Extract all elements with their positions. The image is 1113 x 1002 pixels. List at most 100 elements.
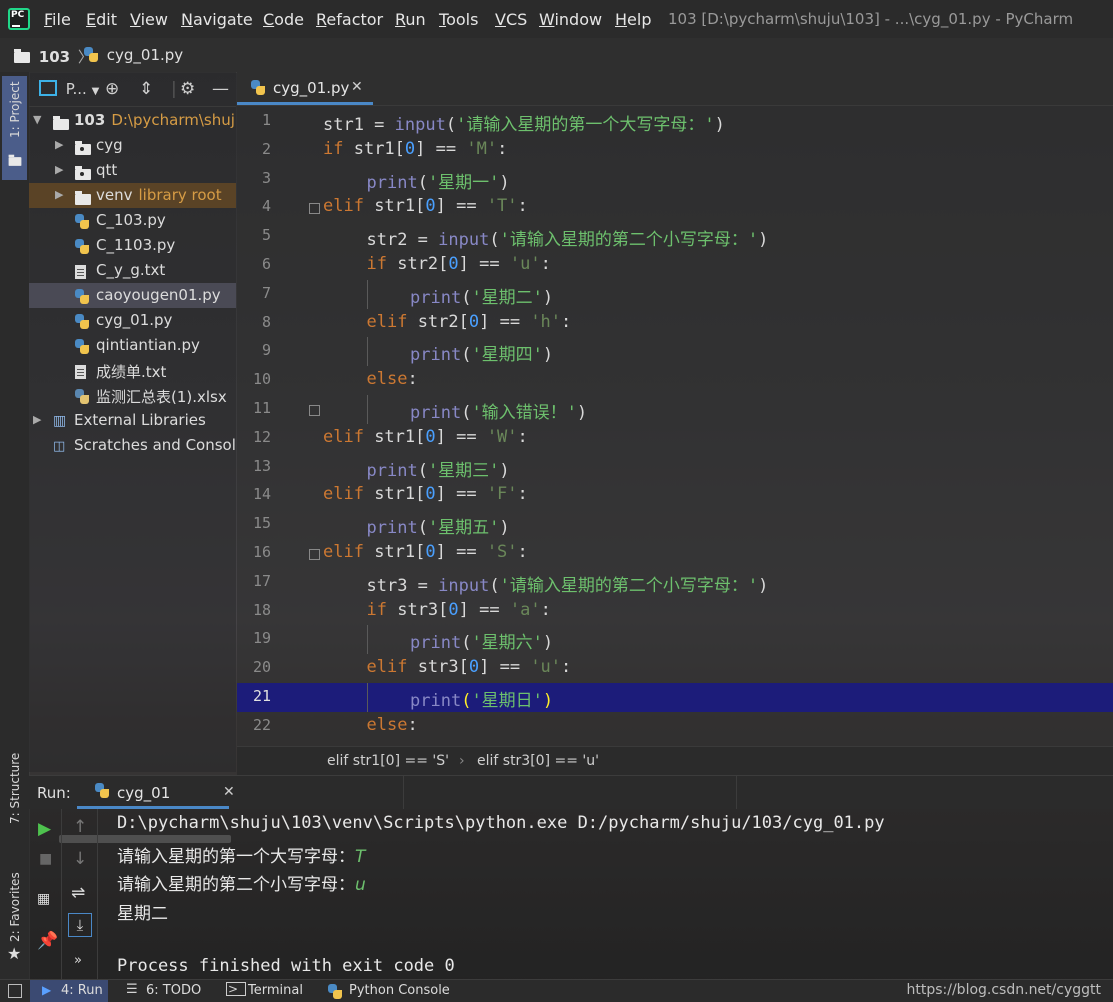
menu-edit[interactable]: Edit [86, 10, 117, 29]
nav-crumb-file[interactable]: cyg_01.py [84, 46, 183, 64]
line-number[interactable]: 21 [237, 687, 271, 705]
terminal-tool-button[interactable]: >_ Terminal [226, 980, 316, 1002]
code-line[interactable]: 11 print('输入错误！') [237, 395, 1113, 424]
line-number[interactable]: 22 [237, 716, 271, 734]
line-number[interactable]: 19 [237, 629, 271, 647]
chevron-down-icon[interactable]: ▼ [33, 113, 41, 126]
code-line[interactable]: 17 str3 = input('请输入星期的第二个小写字母：') [237, 568, 1113, 597]
code-line[interactable]: 1 str1 = input('请输入星期的第一个大写字母：') [237, 107, 1113, 136]
tree-item[interactable]: 监测汇总表(1).xlsx [29, 383, 236, 408]
line-number[interactable]: 17 [237, 572, 271, 590]
hide-panel-icon[interactable]: — [212, 79, 229, 99]
line-number[interactable]: 3 [237, 169, 271, 187]
menu-navigate[interactable]: Navigate [181, 10, 253, 29]
tree-item[interactable]: ▶ cyg [29, 133, 236, 158]
code-line[interactable]: 15 print('星期五') [237, 510, 1113, 539]
code-line[interactable]: 3 print('星期一') [237, 165, 1113, 194]
tree-item[interactable]: C_y_g.txt [29, 258, 236, 283]
tree-item[interactable]: C_1103.py [29, 233, 236, 258]
line-number[interactable]: 10 [237, 370, 271, 388]
rerun-icon[interactable]: ▶ [38, 819, 51, 839]
tree-item[interactable]: ▼ 103 D:\pycharm\shuju [29, 108, 236, 133]
code-line[interactable]: 9 print('星期四') [237, 337, 1113, 367]
code-line[interactable]: 20 elif str3[0] == 'u': [237, 654, 1113, 683]
run-tab-cyg-01[interactable]: cyg_01 ✕ [77, 776, 235, 809]
line-number[interactable]: 20 [237, 658, 271, 676]
pin-icon[interactable]: 📌 [37, 931, 58, 951]
tree-item[interactable]: cyg_01.py [29, 308, 236, 333]
menu-tools[interactable]: Tools [439, 10, 478, 29]
line-number[interactable]: 18 [237, 601, 271, 619]
code-line[interactable]: 5 str2 = input('请输入星期的第二个小写字母：') [237, 222, 1113, 251]
line-number[interactable]: 16 [237, 543, 271, 561]
chevron-right-icon[interactable]: ▶ [33, 413, 41, 426]
fold-marker-icon[interactable] [309, 405, 320, 416]
todo-tool-button[interactable]: ☰ 6: TODO [126, 980, 206, 1002]
menu-view[interactable]: View [130, 10, 168, 29]
chevron-right-icon[interactable]: ▶ [55, 163, 63, 176]
project-tool-tab[interactable]: 1: Project [2, 76, 27, 180]
code-line[interactable]: 21 print('星期日') [237, 683, 1113, 712]
code-line[interactable]: 22 else: [237, 712, 1113, 741]
chevron-right-icon[interactable]: ▶ [55, 188, 63, 201]
chevron-right-icon[interactable]: ▶ [55, 138, 63, 151]
code-line[interactable]: 6 if str2[0] == 'u': [237, 251, 1113, 280]
collapse-all-icon[interactable]: ⇕ [139, 79, 153, 99]
breadcrumb-item[interactable]: elif str1[0] == 'S' [327, 753, 449, 769]
line-number[interactable]: 2 [237, 140, 271, 158]
tree-item[interactable]: ▶ qtt [29, 158, 236, 183]
code-line[interactable]: 16 elif str1[0] == 'S': [237, 539, 1113, 568]
code-line[interactable]: 4 elif str1[0] == 'T': [237, 193, 1113, 222]
tree-item[interactable]: ◫ Scratches and Consoles [29, 433, 236, 458]
tree-item[interactable]: qintiantian.py [29, 333, 236, 358]
line-number[interactable]: 1 [237, 111, 271, 129]
line-number[interactable]: 4 [237, 197, 271, 215]
gear-icon[interactable]: ⚙ [180, 79, 195, 99]
soft-wrap-icon[interactable]: ⇌ [71, 883, 85, 903]
code-line[interactable]: 7 print('星期二') [237, 279, 1113, 309]
line-number[interactable]: 14 [237, 485, 271, 503]
line-number[interactable]: 8 [237, 313, 271, 331]
tab-cyg-01-py[interactable]: cyg_01.py ✕ [237, 72, 373, 105]
line-number[interactable]: 11 [237, 399, 271, 417]
code-editor[interactable]: 1 str1 = input('请输入星期的第一个大写字母：') 2 if str1[… [237, 106, 1113, 746]
tree-item[interactable]: ▶ ▥ External Libraries [29, 408, 236, 433]
line-number[interactable]: 6 [237, 255, 271, 273]
code-line[interactable]: 19 print('星期六') [237, 625, 1113, 655]
favorites-tool-tab[interactable]: 2: Favorites ★ [2, 862, 27, 963]
close-icon[interactable]: ✕ [351, 79, 363, 95]
tree-item[interactable]: 成绩单.txt [29, 358, 236, 383]
code-line[interactable]: 10 else: [237, 366, 1113, 395]
code-line[interactable]: 14 elif str1[0] == 'F': [237, 481, 1113, 510]
tree-item[interactable]: C_103.py [29, 208, 236, 233]
console-output[interactable]: D:\pycharm\shuju\103\venv\Scripts\python… [117, 809, 1107, 979]
arrow-down-icon[interactable]: ↓ [73, 849, 87, 869]
menu-help[interactable]: Help [615, 10, 651, 29]
close-icon[interactable]: ✕ [223, 784, 235, 800]
fold-marker-icon[interactable] [309, 549, 320, 560]
line-number[interactable]: 15 [237, 514, 271, 532]
tree-item[interactable]: ▶ venv library root [29, 183, 236, 208]
scroll-to-end-icon[interactable]: ⤓ [68, 913, 92, 937]
arrow-up-icon[interactable]: ↑ [73, 817, 87, 837]
menu-run[interactable]: Run [395, 10, 426, 29]
code-line[interactable]: 13 print('星期三') [237, 453, 1113, 482]
code-line[interactable]: 12 elif str1[0] == 'W': [237, 424, 1113, 453]
tree-item[interactable]: caoyougen01.py [29, 283, 236, 308]
code-line[interactable]: 8 elif str2[0] == 'h': [237, 309, 1113, 338]
locate-file-icon[interactable]: ⊕ [105, 79, 119, 99]
menu-code[interactable]: Code [263, 10, 304, 29]
menu-file[interactable]: File [44, 10, 71, 29]
structure-tool-tab[interactable]: 7: Structure [2, 744, 27, 844]
menu-window[interactable]: Window [539, 10, 602, 29]
run-tool-button[interactable]: ▶ 4: Run [30, 980, 108, 1002]
fold-marker-icon[interactable] [309, 203, 320, 215]
line-number[interactable]: 7 [237, 284, 271, 302]
stop-icon[interactable]: ■ [39, 851, 52, 867]
menu-refactor[interactable]: Refactor [316, 10, 383, 29]
code-line[interactable]: 2 if str1[0] == 'M': [237, 136, 1113, 165]
project-view-selector[interactable]: P... ▼ [39, 80, 99, 98]
breadcrumb-item[interactable]: elif str3[0] == 'u' [477, 753, 599, 769]
nav-crumb-project[interactable]: 103 〉 [14, 46, 93, 67]
menu-vcs[interactable]: VCS [495, 10, 527, 29]
